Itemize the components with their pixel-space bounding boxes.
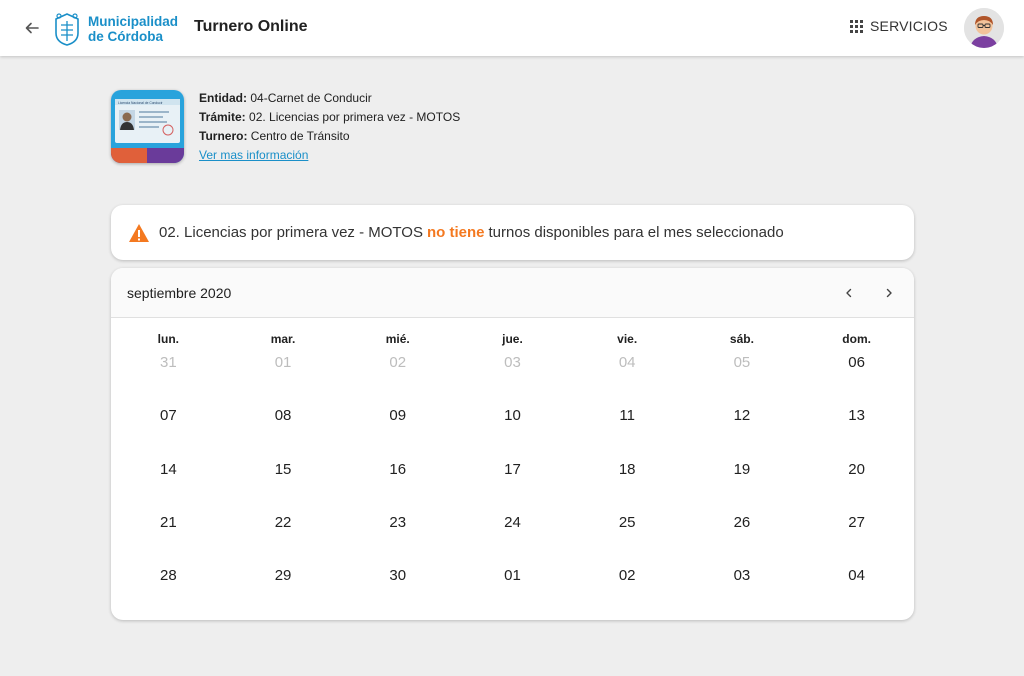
tramite-value: 02. Licencias por primera vez - MOTOS xyxy=(249,110,461,124)
servicios-button[interactable]: SERVICIOS xyxy=(850,18,948,34)
calendar-day-disabled: 05 xyxy=(733,354,751,371)
calendar-day[interactable]: 07 xyxy=(111,391,226,441)
card-title-text: Licencia Nacional de Conducir xyxy=(118,101,163,105)
logo-line-1: Municipalidad xyxy=(88,14,179,29)
entidad-value: 04-Carnet de Conducir xyxy=(250,91,372,105)
calendar-day[interactable]: 15 xyxy=(226,445,341,495)
calendar-day[interactable]: 12 xyxy=(685,391,800,441)
calendar-month-label: septiembre 2020 xyxy=(127,285,232,301)
calendar-day[interactable]: 21 xyxy=(111,498,226,548)
arrow-left-icon xyxy=(25,22,39,34)
no-availability-alert: 02. Licencias por primera vez - MOTOS no… xyxy=(111,205,914,260)
calendar-day[interactable]: 28 xyxy=(111,551,226,601)
calendar-day[interactable]: 24 xyxy=(455,498,570,548)
calendar-day-disabled: 01 xyxy=(274,354,292,371)
calendar-day[interactable]: 06 xyxy=(799,338,914,388)
calendar-day[interactable]: 23 xyxy=(340,498,455,548)
municipalidad-logo[interactable]: Municipalidad de Córdoba xyxy=(52,10,178,48)
chevron-right-icon xyxy=(886,288,892,298)
entity-info: Entidad: 04-Carnet de Conducir Trámite: … xyxy=(199,89,460,165)
alert-highlight: no tiene xyxy=(426,224,485,241)
calendar-day[interactable]: 20 xyxy=(799,445,914,495)
calendar-day[interactable]: 13 xyxy=(799,391,914,441)
licencia-card-image: Licencia Nacional de Conducir xyxy=(111,90,184,163)
apps-grid-icon xyxy=(850,19,863,33)
logo-line-2: de Córdoba xyxy=(88,29,164,44)
calendar-day[interactable]: 26 xyxy=(685,498,800,548)
calendar-day[interactable]: 11 xyxy=(570,391,685,441)
calendar-day[interactable]: 04 xyxy=(799,551,914,601)
calendar-day-disabled: 31 xyxy=(160,354,177,371)
calendar-day[interactable]: 17 xyxy=(455,445,570,495)
alert-prefix: 02. Licencias por primera vez - MOTOS xyxy=(159,224,423,241)
servicios-label: SERVICIOS xyxy=(870,18,948,34)
calendar-day[interactable]: 22 xyxy=(226,498,341,548)
calendar-day[interactable]: 03 xyxy=(685,551,800,601)
warning-triangle-icon xyxy=(129,223,149,242)
calendar-day[interactable]: 02 xyxy=(570,551,685,601)
alert-suffix: turnos disponibles para el mes seleccion… xyxy=(488,224,784,241)
ver-mas-informacion-link[interactable]: Ver mas información xyxy=(199,148,308,162)
calendar-day[interactable]: 10 xyxy=(455,391,570,441)
calendar-day[interactable]: 18 xyxy=(570,445,685,495)
calendar-day[interactable]: 01 xyxy=(455,551,570,601)
tramite-row: Trámite: 02. Licencias por primera vez -… xyxy=(199,108,460,127)
calendar-day[interactable]: 19 xyxy=(685,445,800,495)
calendar-day[interactable]: 08 xyxy=(226,391,341,441)
turnero-value: Centro de Tránsito xyxy=(250,129,350,143)
calendar-header: septiembre 2020 xyxy=(111,268,914,318)
entidad-label: Entidad: xyxy=(199,91,247,105)
page-title: Turnero Online xyxy=(194,18,308,35)
calendar-day-disabled: 03 xyxy=(504,354,521,371)
calendar: septiembre 2020 lun. mar. mié. jue. vie. sáb.… xyxy=(111,268,914,620)
tramite-label: Trámite: xyxy=(199,110,246,124)
top-app-bar: Municipalidad de Córdoba Turnero Online … xyxy=(0,0,1024,56)
calendar-day[interactable]: 30 xyxy=(340,551,455,601)
calendar-day[interactable]: 29 xyxy=(226,551,341,601)
back-button[interactable] xyxy=(20,16,44,40)
turnero-label: Turnero: xyxy=(199,129,248,143)
entidad-row: Entidad: 04-Carnet de Conducir xyxy=(199,89,460,108)
calendar-day-disabled: 04 xyxy=(618,354,636,371)
user-avatar-icon xyxy=(964,8,1004,48)
next-month-button[interactable] xyxy=(879,283,899,303)
calendar-day[interactable]: 25 xyxy=(570,498,685,548)
turnero-row: Turnero: Centro de Tránsito xyxy=(199,127,460,146)
calendar-day-disabled: 02 xyxy=(389,354,407,371)
logo-text: Municipalidad de Córdoba xyxy=(88,14,178,44)
calendar-day[interactable]: 16 xyxy=(340,445,455,495)
previous-month-button[interactable] xyxy=(839,283,859,303)
driver-license-icon: Licencia Nacional de Conducir xyxy=(111,90,184,163)
calendar-day[interactable]: 27 xyxy=(799,498,914,548)
calendar-day[interactable]: 09 xyxy=(340,391,455,441)
user-avatar[interactable] xyxy=(964,8,1004,48)
city-crest-icon xyxy=(55,13,79,46)
calendar-day[interactable]: 14 xyxy=(111,445,226,495)
chevron-left-icon xyxy=(846,288,852,298)
